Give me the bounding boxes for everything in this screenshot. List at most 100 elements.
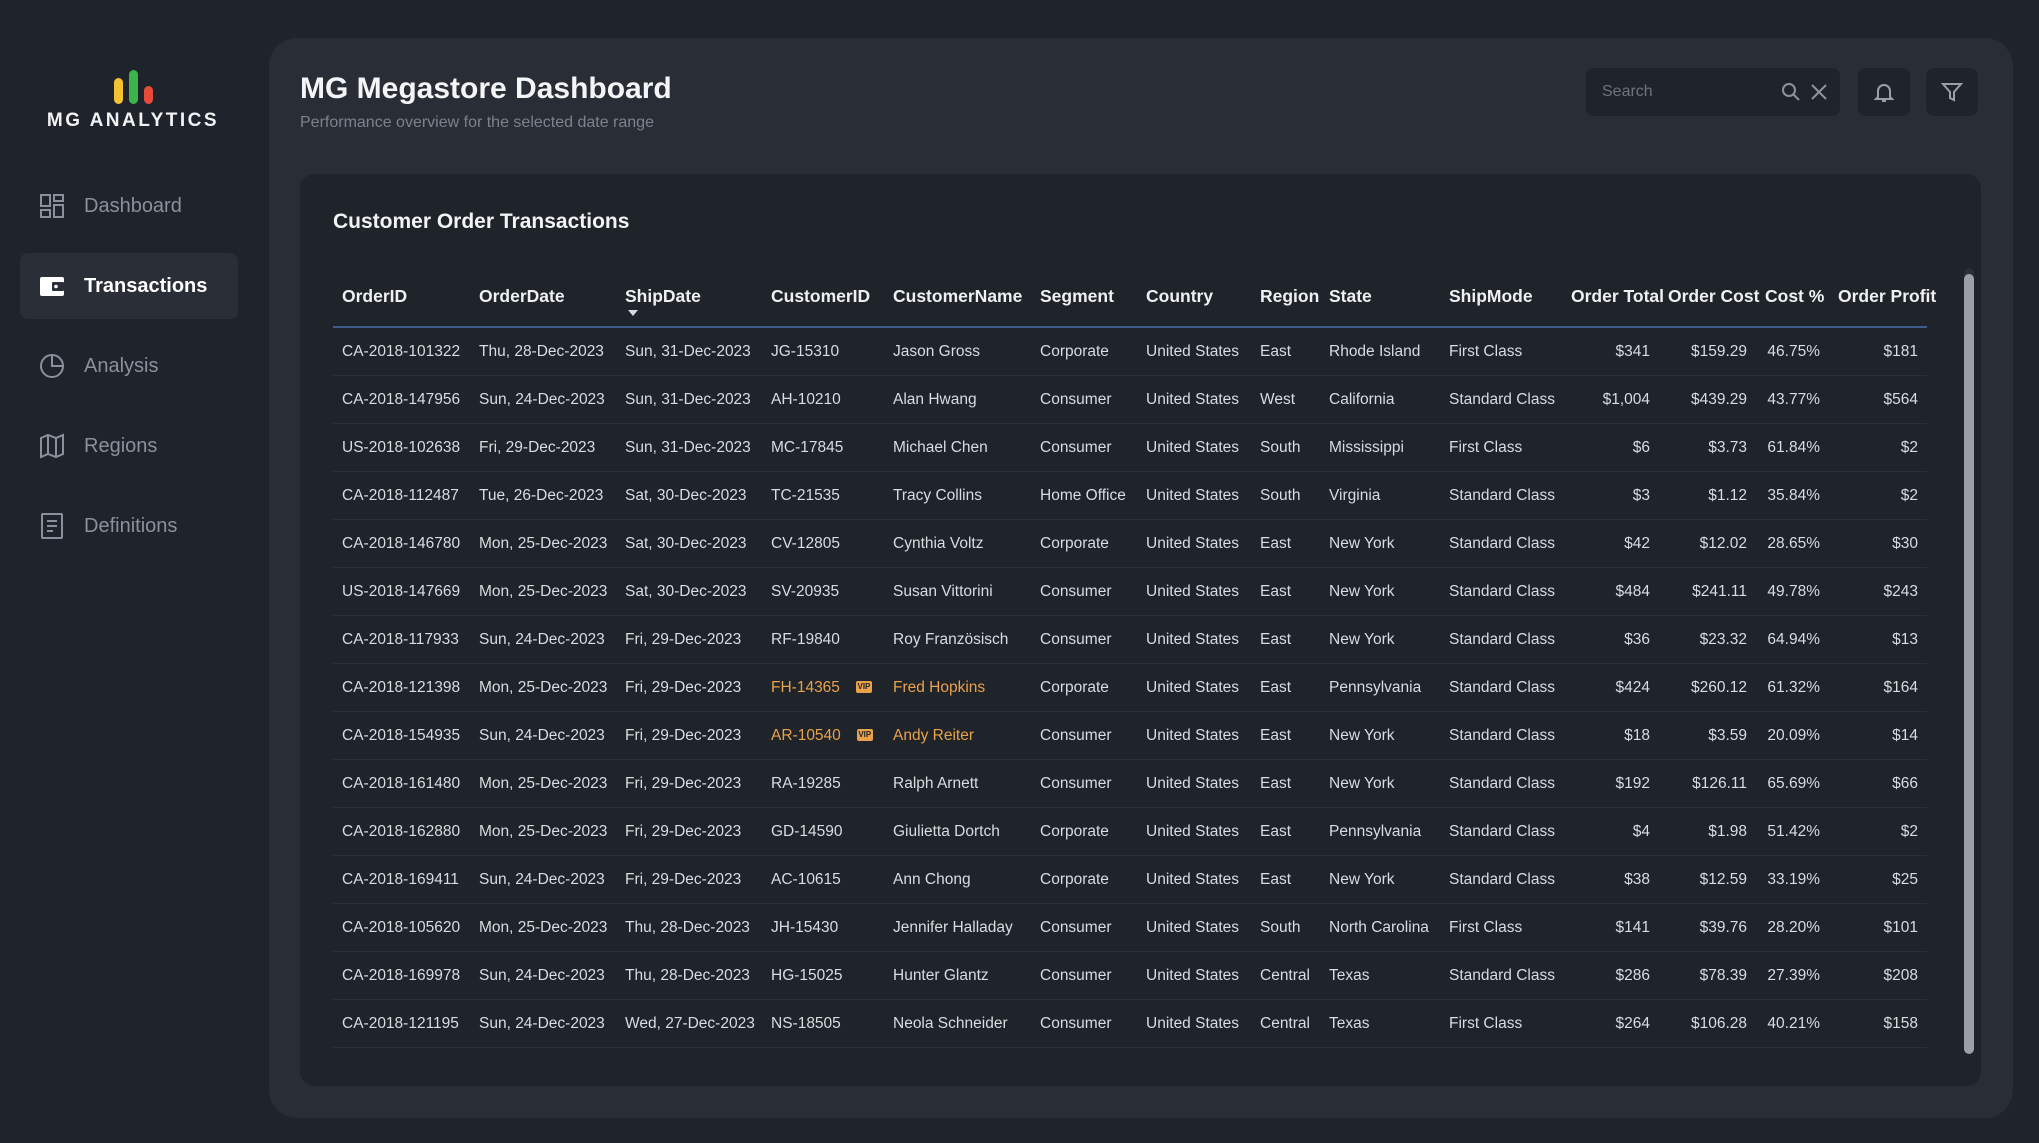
sidebar-item-analysis[interactable]: Analysis [20,333,238,399]
cell-ship-mode: Standard Class [1440,711,1562,760]
cell-order-date: Sun, 24-Dec-2023 [470,999,616,1048]
cell-order-total: $264 [1562,999,1659,1048]
cell-order-profit: $25 [1829,855,1927,904]
notifications-button[interactable] [1858,68,1910,116]
cell-order-total: $192 [1562,759,1659,808]
sidebar-item-definitions[interactable]: Definitions [20,493,238,559]
cell-cost-percent: 61.84% [1756,423,1829,472]
vip-badge-icon: VIP [856,729,873,742]
cell-customer-name: Giulietta Dortch [884,807,1031,856]
sidebar-item-regions[interactable]: Regions [20,413,238,479]
cell-customer-name: Jennifer Halladay [884,903,1031,952]
cell-order-id: CA-2018-101322 [333,327,470,376]
table-row[interactable]: CA-2018-161480 Mon, 25-Dec-2023 Fri, 29-De… [333,759,1927,808]
sidebar-item-transactions[interactable]: Transactions [20,253,238,319]
table-row[interactable]: CA-2018-162880 Mon, 25-Dec-2023 Fri, 29-De… [333,807,1927,856]
cell-segment: Corporate [1031,807,1137,856]
column-header-segment[interactable]: Segment [1031,266,1137,328]
table-row[interactable]: US-2018-147669 Mon, 25-Dec-2023 Sat, 30-De… [333,567,1927,616]
column-header-shipdate[interactable]: ShipDate [616,266,762,328]
cell-cost-percent: 28.65% [1756,519,1829,568]
cell-order-date: Sun, 24-Dec-2023 [470,375,616,424]
cell-order-date: Tue, 26-Dec-2023 [470,471,616,520]
column-header-order-cost[interactable]: Order Cost [1659,266,1759,328]
column-header-orderdate[interactable]: OrderDate [470,266,616,328]
cell-order-date: Sun, 24-Dec-2023 [470,615,616,664]
table-row[interactable]: CA-2018-121398 Mon, 25-Dec-2023 Fri, 29-De… [333,663,1927,712]
table-row[interactable]: CA-2018-146780 Mon, 25-Dec-2023 Sat, 30-De… [333,519,1927,568]
main-panel: MG Megastore Dashboard Performance overv… [269,38,2013,1118]
cell-ship-mode: Standard Class [1440,855,1562,904]
cell-order-date: Mon, 25-Dec-2023 [470,567,616,616]
cell-region: East [1251,615,1320,664]
cell-order-id: CA-2018-121195 [333,999,470,1048]
column-header-region[interactable]: Region [1251,266,1320,328]
cell-order-profit: $208 [1829,951,1927,1000]
cell-order-profit: $14 [1829,711,1927,760]
cell-segment: Consumer [1031,903,1137,952]
cell-region: East [1251,807,1320,856]
column-header-country[interactable]: Country [1137,266,1251,328]
document-icon [38,512,66,540]
cell-order-total: $341 [1562,327,1659,376]
cell-region: East [1251,855,1320,904]
filter-button[interactable] [1926,68,1978,116]
cell-ship-date: Wed, 27-Dec-2023 [616,999,762,1048]
column-header-state[interactable]: State [1320,266,1440,328]
scrollbar-thumb[interactable] [1964,274,1974,1054]
close-icon[interactable] [1808,81,1830,103]
cell-ship-date: Thu, 28-Dec-2023 [616,903,762,952]
cell-region: South [1251,423,1320,472]
cell-country: United States [1137,327,1251,376]
cell-order-cost: $3.59 [1659,711,1756,760]
column-header-cost-percent[interactable]: Cost % [1756,266,1829,328]
cell-customer-id: SV-20935 [762,567,884,616]
cell-country: United States [1137,855,1251,904]
cell-segment: Corporate [1031,519,1137,568]
table-row[interactable]: CA-2018-105620 Mon, 25-Dec-2023 Thu, 28-De… [333,903,1927,952]
cell-state: Texas [1320,999,1440,1048]
sidebar-item-label: Analysis [84,354,159,377]
cell-region: East [1251,567,1320,616]
table-row[interactable]: CA-2018-169978 Sun, 24-Dec-2023 Thu, 28-De… [333,951,1927,1000]
cell-order-profit: $181 [1829,327,1927,376]
search-icon[interactable] [1780,81,1802,103]
cell-cost-percent: 64.94% [1756,615,1829,664]
cell-order-total: $4 [1562,807,1659,856]
sidebar-item-dashboard[interactable]: Dashboard [20,173,238,239]
cell-segment: Corporate [1031,663,1137,712]
transactions-card: Customer Order Transactions OrderID Orde… [300,174,1981,1086]
cell-customer-name: Michael Chen [884,423,1031,472]
table-row[interactable]: CA-2018-121195 Sun, 24-Dec-2023 Wed, 27-De… [333,999,1927,1048]
transactions-table: OrderID OrderDate ShipDate CustomerID Cu… [333,266,1936,1048]
column-header-customername[interactable]: CustomerName [884,266,1031,328]
cell-order-date: Mon, 25-Dec-2023 [470,807,616,856]
column-header-orderid[interactable]: OrderID [333,266,470,328]
table-row[interactable]: CA-2018-112487 Tue, 26-Dec-2023 Sat, 30-De… [333,471,1927,520]
cell-ship-date: Fri, 29-Dec-2023 [616,615,762,664]
cell-ship-mode: Standard Class [1440,615,1562,664]
column-header-order-total[interactable]: Order Total [1562,266,1664,328]
cell-order-id: CA-2018-105620 [333,903,470,952]
cell-country: United States [1137,471,1251,520]
table-body: CA-2018-101322 Thu, 28-Dec-2023 Sun, 31-De… [333,327,1927,1048]
column-header-customerid[interactable]: CustomerID [762,266,884,328]
table-row[interactable]: CA-2018-101322 Thu, 28-Dec-2023 Sun, 31-De… [333,327,1927,376]
table-row[interactable]: US-2018-102638 Fri, 29-Dec-2023 Sun, 31-De… [333,423,1927,472]
brand-logo[interactable]: MG ANALYTICS [38,70,228,132]
column-header-shipmode[interactable]: ShipMode [1440,266,1562,328]
table-row[interactable]: CA-2018-117933 Sun, 24-Dec-2023 Fri, 29-De… [333,615,1927,664]
table-row[interactable]: CA-2018-169411 Sun, 24-Dec-2023 Fri, 29-De… [333,855,1927,904]
column-header-order-profit[interactable]: Order Profit [1829,266,1936,328]
cell-ship-date: Fri, 29-Dec-2023 [616,711,762,760]
brand-name: MG ANALYTICS [46,110,220,131]
table-row[interactable]: CA-2018-154935 Sun, 24-Dec-2023 Fri, 29-De… [333,711,1927,760]
cell-ship-date: Sun, 31-Dec-2023 [616,375,762,424]
search-input[interactable] [1600,82,1774,102]
table-row[interactable]: CA-2018-147956 Sun, 24-Dec-2023 Sun, 31-De… [333,375,1927,424]
cell-order-date: Mon, 25-Dec-2023 [470,759,616,808]
cell-customer-id: RF-19840 [762,615,884,664]
cell-ship-date: Thu, 28-Dec-2023 [616,951,762,1000]
cell-ship-date: Sat, 30-Dec-2023 [616,519,762,568]
cell-order-cost: $241.11 [1659,567,1756,616]
